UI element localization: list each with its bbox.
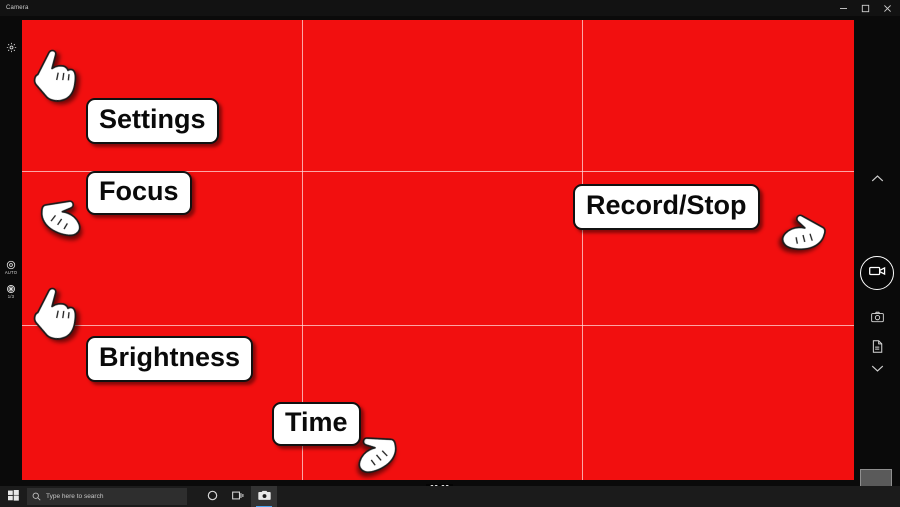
taskbar-item-task-view[interactable] (225, 486, 251, 507)
document-icon (872, 340, 883, 358)
window-controls (832, 0, 898, 16)
pointing-hand-brightness-icon (28, 281, 84, 345)
brightness-button[interactable]: 1/3 (0, 284, 22, 299)
maximize-button[interactable] (854, 0, 876, 16)
search-input[interactable]: Type here to search (27, 488, 187, 505)
take-photo-button[interactable] (854, 308, 900, 330)
pointing-hand-record-icon (777, 207, 829, 261)
gear-icon (6, 42, 17, 53)
windows-taskbar: Type here to search (0, 486, 900, 507)
camera-app-body: AUTO 1/3 Settings Focus Brightness Time … (0, 16, 900, 502)
brightness-value: 1/3 (7, 294, 15, 299)
scroll-down-button[interactable] (854, 360, 900, 378)
taskbar-icons (199, 486, 277, 507)
left-control-rail: AUTO 1/3 (0, 32, 22, 502)
taskbar-item-cortana[interactable] (199, 486, 225, 507)
taskbar-item-camera-app[interactable] (251, 486, 277, 507)
focus-button[interactable]: AUTO (0, 260, 22, 275)
annotation-label-time: Time (272, 402, 361, 446)
circle-icon (207, 488, 218, 506)
minimize-button[interactable] (832, 0, 854, 16)
photo-camera-icon (870, 310, 884, 328)
camera-viewfinder[interactable] (22, 20, 854, 480)
record-button-circle (860, 256, 894, 290)
grid-line-vertical-2 (582, 20, 583, 480)
record-stop-button[interactable] (854, 250, 900, 296)
grid-line-horizontal-2 (22, 325, 854, 326)
start-icon (7, 488, 19, 506)
video-camera-icon (868, 264, 886, 282)
start-button[interactable] (0, 486, 26, 507)
settings-button[interactable] (0, 42, 22, 53)
gallery-button[interactable] (854, 338, 900, 360)
close-button[interactable] (876, 0, 898, 16)
pointing-hand-settings-icon (28, 43, 84, 107)
window-title: Camera (6, 5, 29, 11)
focus-value: AUTO (4, 270, 18, 275)
search-placeholder-text: Type here to search (46, 493, 104, 500)
window-titlebar: Camera (0, 0, 900, 16)
brightness-icon (6, 284, 16, 294)
right-control-rail (854, 32, 900, 502)
camera-app-screenshot: Camera AUTO 1/3 Settings Focus Brightnes… (0, 0, 900, 507)
chevron-down-icon (871, 360, 884, 378)
search-icon (32, 488, 41, 506)
chevron-up-icon (871, 170, 884, 188)
annotation-label-settings: Settings (86, 98, 219, 144)
annotation-label-focus: Focus (86, 171, 192, 215)
annotation-label-record-stop: Record/Stop (573, 184, 760, 230)
photo-camera-icon (257, 488, 271, 506)
task-view-icon (231, 488, 245, 506)
annotation-label-brightness: Brightness (86, 336, 254, 382)
focus-icon (6, 260, 16, 270)
scroll-up-button[interactable] (854, 170, 900, 188)
